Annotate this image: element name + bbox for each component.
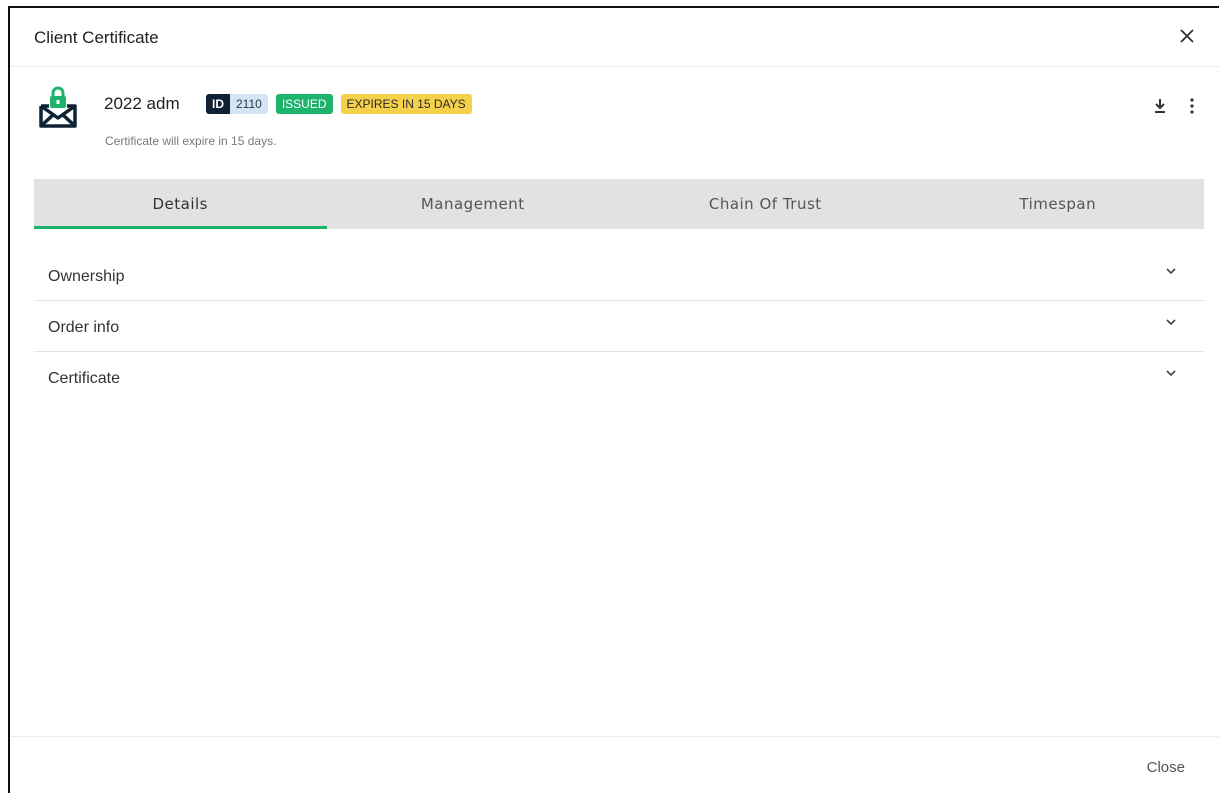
section-label: Ownership (48, 268, 125, 285)
close-icon[interactable] (1175, 24, 1199, 48)
client-certificate-dialog: Client Certificate 2022 adm ID 2110 ISSU… (8, 6, 1219, 793)
expiry-badge: EXPIRES IN 15 DAYS (340, 94, 472, 114)
section-certificate[interactable]: Certificate (34, 352, 1204, 402)
status-badge: ISSUED (275, 94, 333, 114)
tab-timespan[interactable]: Timespan (912, 179, 1205, 229)
id-badge: ID 2110 (206, 94, 268, 114)
chevron-down-icon (1164, 315, 1178, 329)
id-badge-label: ID (206, 94, 230, 114)
tab-chain-of-trust[interactable]: Chain Of Trust (619, 179, 912, 229)
more-vert-icon[interactable] (1183, 96, 1201, 116)
dialog-title: Client Certificate (34, 28, 159, 47)
dialog-title-bar: Client Certificate (10, 8, 1219, 67)
certificate-header: 2022 adm ID 2110 ISSUED EXPIRES IN 15 DA… (10, 66, 1219, 176)
section-ownership[interactable]: Ownership (34, 250, 1204, 301)
id-badge-value: 2110 (230, 94, 268, 114)
chevron-down-icon (1164, 264, 1178, 278)
header-actions (1151, 96, 1201, 116)
certificate-name: 2022 adm (104, 94, 180, 113)
tab-bar: Details Management Chain Of Trust Timesp… (34, 179, 1204, 229)
section-label: Certificate (48, 370, 121, 387)
envelope-lock-icon (37, 84, 79, 130)
tab-management[interactable]: Management (327, 179, 620, 229)
badge-group: ID 2110 ISSUED EXPIRES IN 15 DAYS (206, 94, 472, 114)
tab-details[interactable]: Details (34, 179, 327, 229)
details-sections: Ownership Order info Certificate (34, 250, 1204, 402)
chevron-down-icon (1164, 366, 1178, 380)
section-label: Order info (48, 319, 120, 336)
certificate-subtitle: Certificate will expire in 15 days. (105, 134, 277, 148)
download-icon[interactable] (1151, 96, 1169, 116)
section-order-info[interactable]: Order info (34, 301, 1204, 352)
close-button[interactable]: Close (1147, 759, 1185, 776)
dialog-footer: Close (10, 736, 1219, 796)
